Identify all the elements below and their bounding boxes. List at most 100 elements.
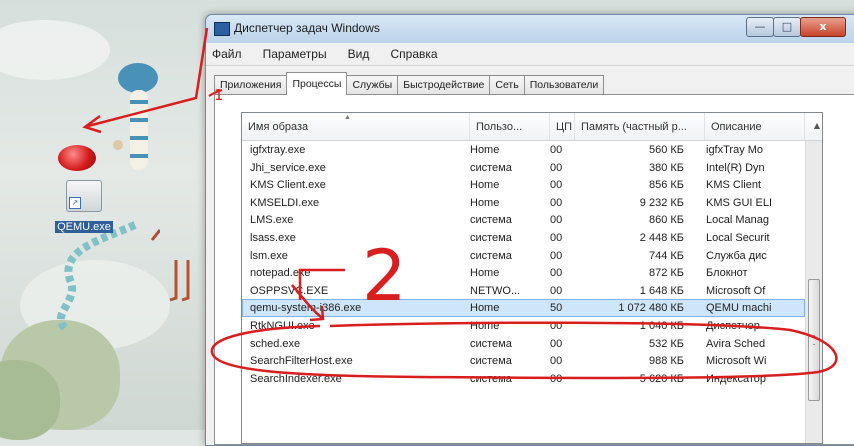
task-manager-icon	[214, 22, 230, 36]
menu-options[interactable]: Параметры	[255, 43, 335, 61]
cell-user: система	[470, 355, 512, 368]
window-title: Диспетчер задач Windows	[234, 21, 380, 35]
process-table: Имя образа ▲ Пользо... ЦП Память (частны…	[241, 112, 823, 444]
tab-services[interactable]: Службы	[346, 75, 399, 95]
cell-memory: 1 040 КБ	[639, 319, 684, 332]
table-row[interactable]: qemu-system-i386.exe Home 50 1 072 480 КБ QE…	[242, 299, 805, 317]
tab-users[interactable]: Пользователи	[523, 75, 605, 95]
cell-user: система	[470, 249, 512, 262]
tab-network[interactable]: Сеть	[489, 75, 525, 95]
sort-ascending-icon: ▲	[344, 114, 351, 121]
cell-cpu: 50	[550, 302, 563, 315]
cell-cpu: 00	[550, 267, 563, 280]
red-ball-decoration	[58, 145, 96, 171]
minimize-button[interactable]: —	[746, 17, 774, 37]
cell-memory: 1 072 480 КБ	[618, 302, 684, 315]
tab-applications[interactable]: Приложения	[214, 75, 288, 95]
table-row[interactable]: SearchFilterHost.exe система 00 988 КБ Micro…	[242, 352, 805, 370]
cell-cpu: 00	[550, 284, 563, 297]
cell-description: Служба дис	[706, 249, 767, 262]
cell-memory: 532 КБ	[648, 337, 684, 350]
cell-memory: 380 КБ	[648, 161, 684, 174]
table-row[interactable]: notepad.exe Home 00 872 КБ Блокнот	[242, 264, 805, 282]
table-row[interactable]: SearchIndexer.exe система 00 5 620 КБ Индекс…	[242, 370, 805, 388]
column-header-cpu[interactable]: ЦП	[550, 113, 575, 140]
menu-bar: Файл Параметры Вид Справка	[206, 43, 854, 66]
cell-cpu: 00	[550, 319, 563, 332]
cell-cpu: 00	[550, 161, 563, 174]
cell-cpu: 00	[550, 179, 563, 192]
table-row[interactable]: RtkNGUI.exe Home 00 1 040 КБ Диспетчер	[242, 317, 805, 335]
column-header-memory[interactable]: Память (частный р...	[575, 113, 705, 140]
cell-memory: 2 448 КБ	[639, 231, 684, 244]
column-header-user[interactable]: Пользо...	[470, 113, 550, 140]
cell-description: Microsoft Wi	[706, 355, 767, 368]
cell-image-name: KMSELDI.exe	[250, 196, 320, 209]
cell-user: система	[470, 231, 512, 244]
cell-cpu: 00	[550, 372, 563, 385]
cell-memory: 872 КБ	[648, 267, 684, 280]
scroll-up-icon[interactable]: ▲	[814, 121, 820, 130]
cell-memory: 856 КБ	[648, 179, 684, 192]
cell-cpu: 00	[550, 196, 563, 209]
processes-panel: Имя образа ▲ Пользо... ЦП Память (частны…	[214, 94, 854, 445]
cell-user: Home	[470, 144, 500, 156]
cell-user: система	[470, 372, 512, 385]
cell-cpu: 00	[550, 144, 563, 156]
table-row[interactable]: lsass.exe система 00 2 448 КБ Local Securit	[242, 229, 805, 247]
cell-image-name: notepad.exe	[250, 267, 311, 280]
task-manager-window: Диспетчер задач Windows — □ x Файл Парам…	[205, 14, 854, 446]
column-header-description[interactable]: Описание	[705, 113, 805, 140]
table-row[interactable]: KMSELDI.exe Home 00 9 232 КБ KMS GUI ELI	[242, 194, 805, 212]
cell-description: Intel(R) Dyn	[706, 161, 765, 174]
menu-help[interactable]: Справка	[382, 43, 445, 61]
table-row[interactable]: sched.exe система 00 532 КБ Avira Sched	[242, 335, 805, 353]
table-row[interactable]: igfxtray.exe Home 00 560 КБ igfxTray Mo	[242, 141, 805, 159]
cell-user: система	[470, 214, 512, 227]
cell-image-name: qemu-system-i386.exe	[250, 302, 362, 315]
cell-description: igfxTray Mo	[706, 144, 764, 156]
table-row[interactable]: OSPPSVC.EXE NETWO... 00 1 648 КБ Microsoft O…	[242, 282, 805, 300]
cell-memory: 1 648 КБ	[639, 284, 684, 297]
cell-image-name: igfxtray.exe	[250, 144, 306, 156]
shortcut-icon: ↗	[66, 180, 102, 212]
cell-image-name: RtkNGUI.exe	[250, 319, 315, 332]
table-row[interactable]: Jhi_service.exe система 00 380 КБ Intel(R) D…	[242, 159, 805, 177]
menu-file[interactable]: Файл	[206, 43, 250, 61]
vertical-scrollbar[interactable]	[805, 141, 822, 443]
scrollbar-thumb[interactable]	[808, 279, 820, 401]
cell-cpu: 00	[550, 249, 563, 262]
cell-description: Local Securit	[706, 231, 770, 244]
maximize-button[interactable]: □	[773, 17, 801, 37]
cell-cpu: 00	[550, 355, 563, 368]
desktop-shortcut-qemu[interactable]: ↗ QEMU.exe	[44, 180, 124, 234]
cell-memory: 744 КБ	[648, 249, 684, 262]
table-row[interactable]: lsm.exe система 00 744 КБ Служба дис	[242, 247, 805, 265]
cell-image-name: KMS Client.exe	[250, 179, 326, 192]
column-header-image-name[interactable]: Имя образа ▲	[242, 113, 470, 140]
cell-image-name: LMS.exe	[250, 214, 294, 227]
table-row[interactable]: LMS.exe система 00 860 КБ Local Manag	[242, 211, 805, 229]
title-bar[interactable]: Диспетчер задач Windows — □ x	[206, 15, 854, 43]
cell-user: Home	[470, 267, 500, 280]
tab-processes[interactable]: Процессы	[286, 72, 348, 95]
cell-image-name: lsass.exe	[250, 231, 296, 244]
cell-image-name: SearchFilterHost.exe	[250, 355, 353, 368]
table-row[interactable]: KMS Client.exe Home 00 856 КБ KMS Client	[242, 176, 805, 194]
cell-memory: 5 620 КБ	[639, 372, 684, 385]
menu-view[interactable]: Вид	[340, 43, 378, 61]
table-body: igfxtray.exe Home 00 560 КБ igfxTray Mo Jhi_s…	[242, 141, 805, 387]
cell-description: Avira Sched	[706, 337, 766, 350]
wallpaper-character	[113, 63, 158, 170]
cell-description: QEMU machi	[706, 302, 772, 315]
cell-user: Home	[470, 179, 500, 192]
cell-cpu: 00	[550, 231, 563, 244]
wallpaper-legs	[169, 260, 190, 302]
close-button[interactable]: x	[800, 17, 846, 37]
desktop-cloud	[0, 20, 110, 80]
tab-performance[interactable]: Быстродействие	[397, 75, 491, 95]
cell-user: система	[470, 337, 512, 350]
cell-user: NETWO...	[470, 284, 521, 297]
tab-strip: Приложения Процессы Службы Быстродействие Се…	[214, 72, 605, 95]
cell-image-name: SearchIndexer.exe	[250, 372, 342, 385]
